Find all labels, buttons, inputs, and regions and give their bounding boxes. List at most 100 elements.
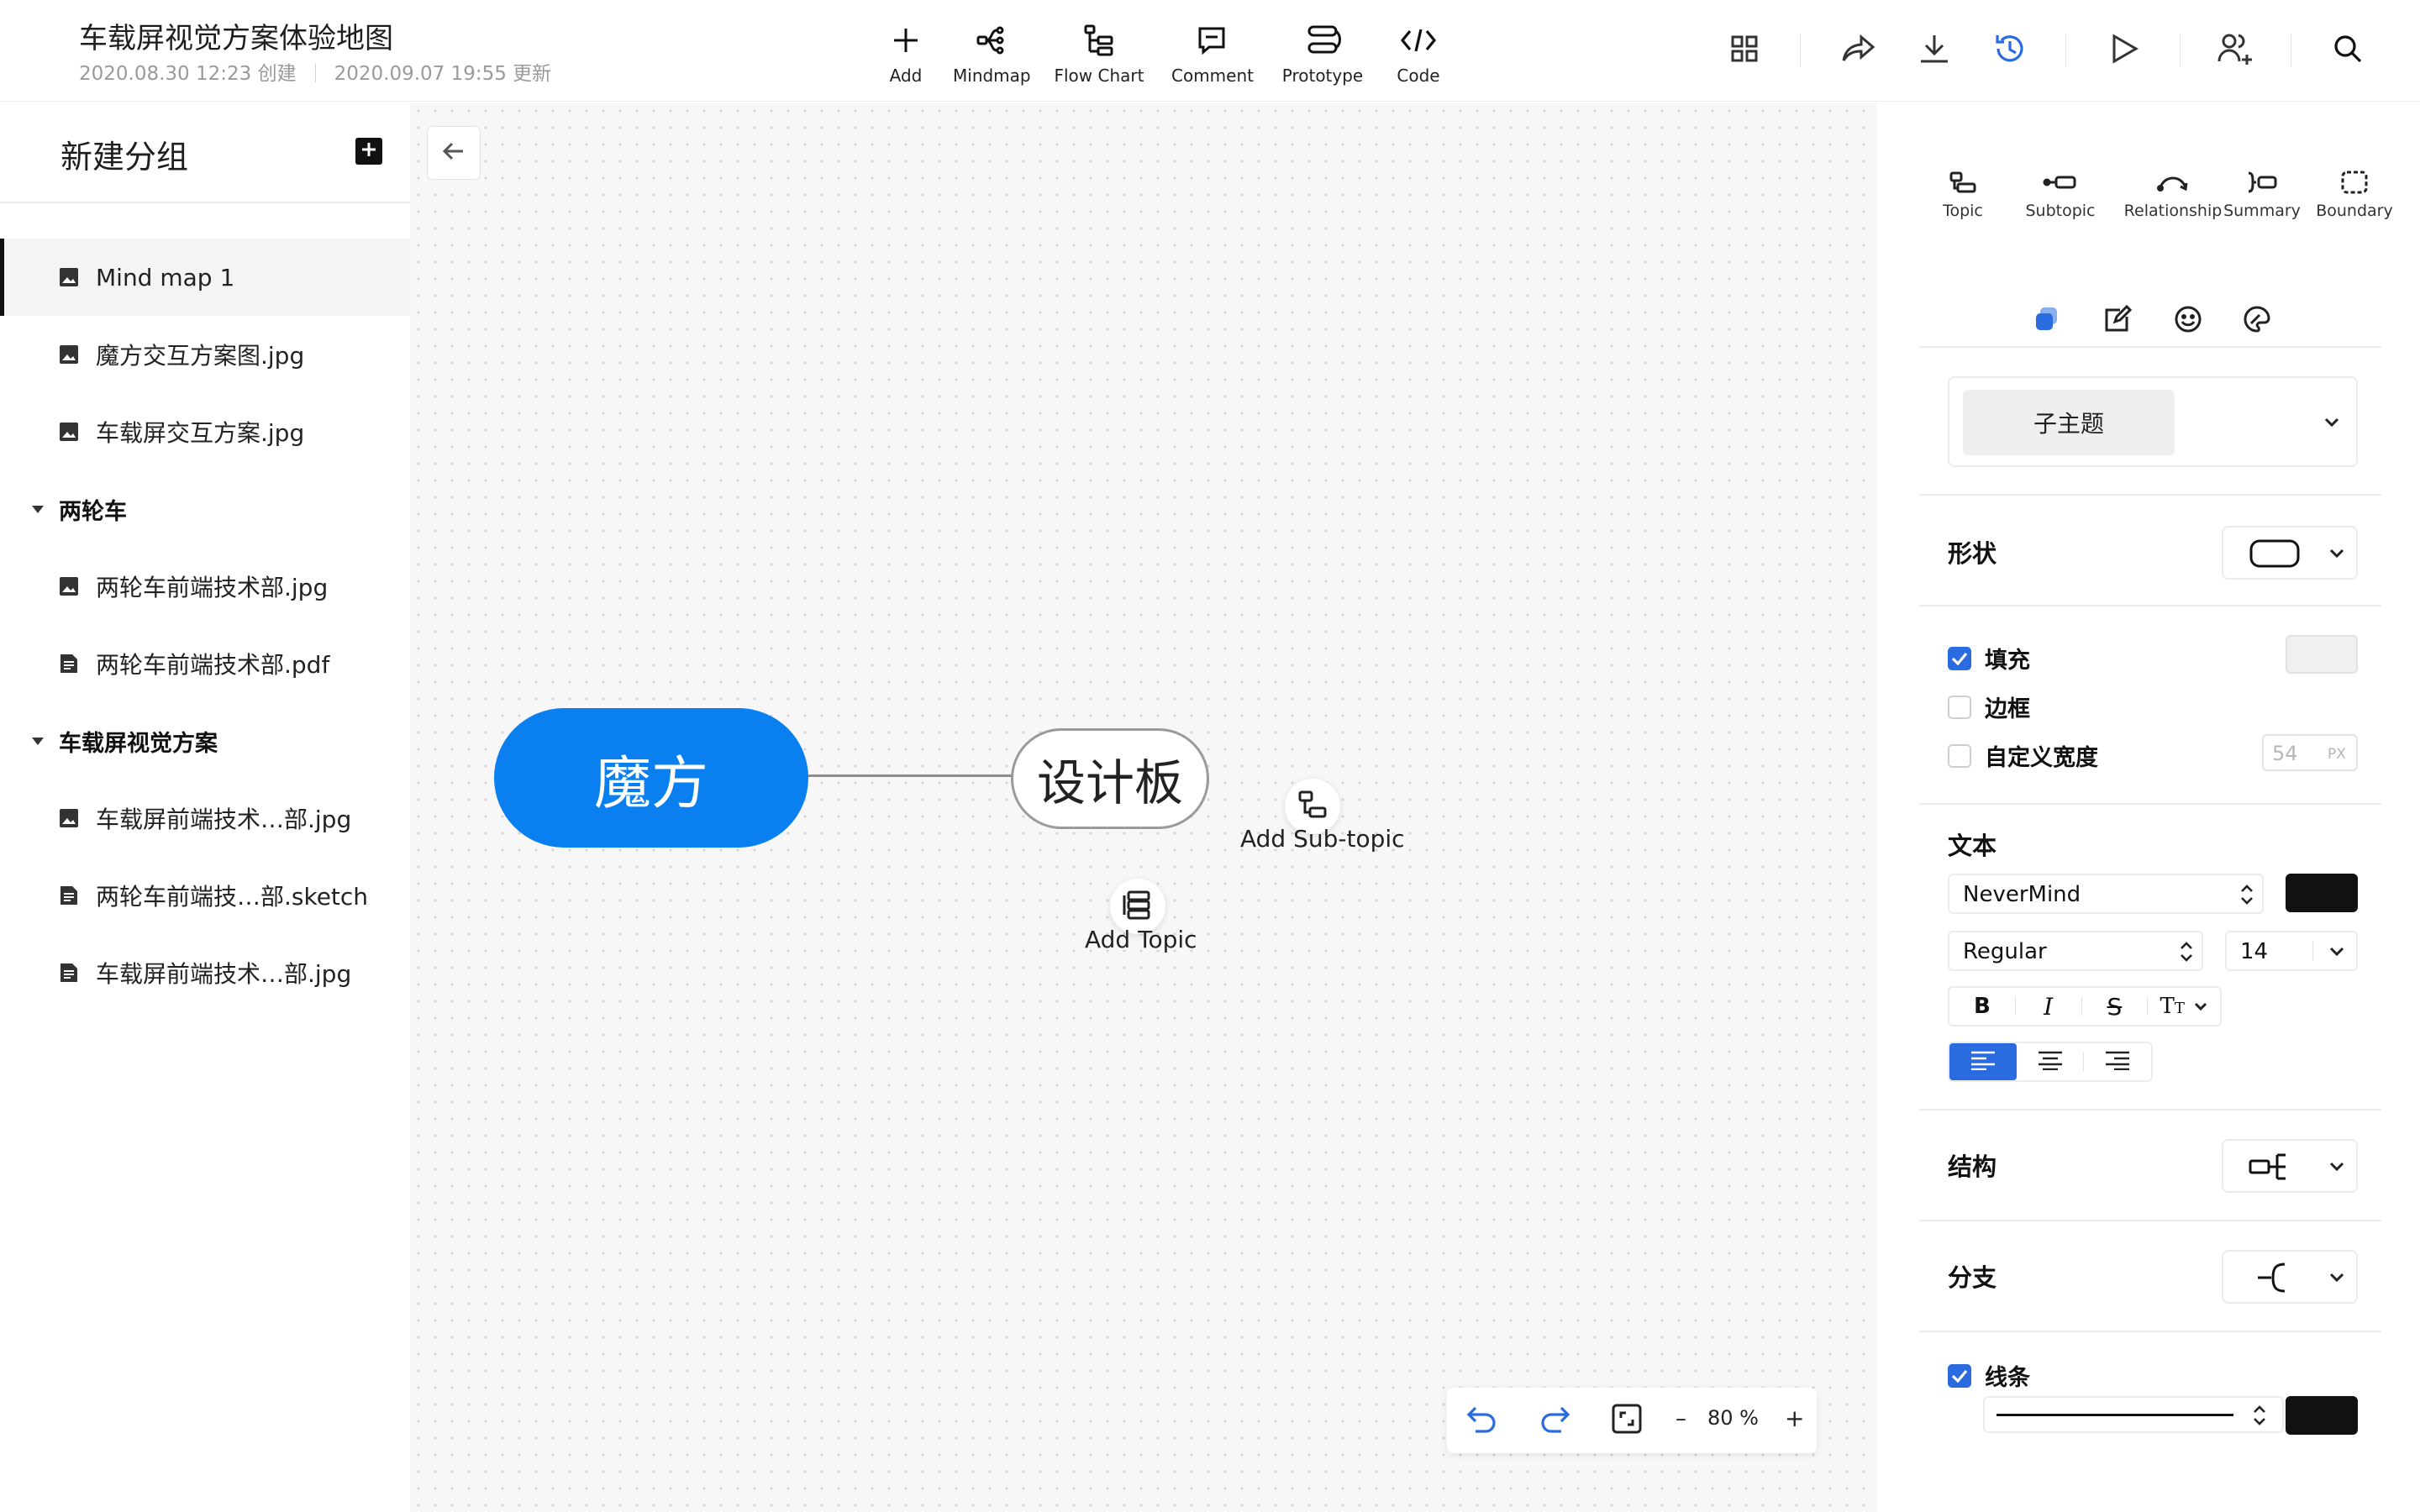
document-title[interactable]: 车载屏视觉方案体验地图 xyxy=(79,15,393,56)
align-center-button[interactable] xyxy=(2017,1043,2084,1080)
toolbar-mindmap-label: Mindmap xyxy=(953,66,1031,86)
search-icon xyxy=(2332,33,2364,68)
zoom-level: 80 % xyxy=(1707,1406,1759,1430)
folder-item[interactable]: 车载屏视觉方案 xyxy=(0,702,410,780)
font-weight-select[interactable]: Regular xyxy=(1948,931,2203,971)
zoom-out-button[interactable]: – xyxy=(1676,1406,1686,1431)
file-item[interactable]: 车载屏前端技术…部.jpg xyxy=(0,780,410,857)
caret-down-icon[interactable] xyxy=(32,737,44,745)
panel-divider xyxy=(1919,1109,2381,1110)
topic-icon xyxy=(1928,165,1998,200)
folder-label: 车载屏视觉方案 xyxy=(59,730,218,757)
search-button[interactable] xyxy=(2328,30,2368,71)
file-item-label: Mind map 1 xyxy=(96,263,235,291)
file-item[interactable]: 车载屏前端技术…部.jpg xyxy=(0,934,410,1011)
share-button[interactable] xyxy=(1839,30,1879,71)
rounded-rect-icon xyxy=(2245,538,2304,570)
file-list: Mind map 1 魔方交互方案图.jpg 车载屏交互方案.jpg 两轮车 两… xyxy=(0,239,410,1011)
arrow-left-icon xyxy=(441,139,466,167)
document-icon xyxy=(59,654,79,674)
italic-button[interactable]: I xyxy=(2016,988,2081,1025)
file-item-label: 两轮车前端技术部.pdf xyxy=(96,651,330,679)
text-color-swatch[interactable] xyxy=(2286,874,2358,912)
file-item-mind-map-1[interactable]: Mind map 1 xyxy=(0,239,410,316)
file-item[interactable]: 两轮车前端技术部.pdf xyxy=(0,625,410,702)
grid-view-button[interactable] xyxy=(1724,30,1765,71)
emoji-tab[interactable] xyxy=(2171,304,2205,338)
toolbar-prototype-button[interactable]: Prototype xyxy=(1281,20,1365,86)
file-item[interactable]: 车载屏交互方案.jpg xyxy=(0,393,410,470)
zoom-in-button[interactable]: + xyxy=(1785,1404,1804,1432)
toolbar-add-button[interactable]: Add xyxy=(886,20,926,86)
custom-width-checkbox[interactable] xyxy=(1948,743,1971,768)
chevron-down-icon xyxy=(2328,544,2346,563)
file-item[interactable]: 两轮车前端技术部.jpg xyxy=(0,548,410,625)
branch-dropdown[interactable] xyxy=(2222,1250,2358,1304)
fill-checkbox-row[interactable]: 填充 xyxy=(1948,642,2030,675)
style-tab[interactable] xyxy=(2030,304,2064,338)
line-color-swatch[interactable] xyxy=(2286,1396,2358,1435)
sub-topic[interactable]: 设计板 xyxy=(1011,728,1209,829)
insert-boundary-label: Boundary xyxy=(2316,202,2393,220)
undo-button[interactable] xyxy=(1462,1400,1502,1441)
align-right-button[interactable] xyxy=(2084,1043,2151,1080)
shape-dropdown[interactable] xyxy=(2222,526,2358,580)
history-button[interactable] xyxy=(1990,30,2030,71)
select-separator xyxy=(2312,941,2313,961)
custom-width-input[interactable]: 54 PX xyxy=(2262,734,2358,771)
toolbar-code-button[interactable]: Code xyxy=(1393,20,1444,86)
edit-tab[interactable] xyxy=(2101,304,2134,338)
style-selector[interactable]: 子主题 xyxy=(1948,376,2358,467)
meta-separator xyxy=(314,64,316,82)
mindmap-canvas[interactable]: 魔方 设计板 Add Sub-topic Add Topic – 80 % + xyxy=(410,102,1877,1512)
topic-icon xyxy=(1122,890,1154,923)
file-item-label: 两轮车前端技…部.sketch xyxy=(96,883,369,911)
history-icon xyxy=(1992,31,2028,70)
panel-divider xyxy=(1919,1220,2381,1221)
image-icon xyxy=(59,576,79,596)
fill-color-swatch[interactable] xyxy=(2286,635,2358,674)
border-checkbox-row[interactable]: 边框 xyxy=(1948,690,2030,723)
toolbar-mindmap-button[interactable]: Mindmap xyxy=(953,20,1031,86)
bold-button[interactable]: B xyxy=(1949,988,2015,1025)
font-family-select[interactable]: NeverMind xyxy=(1948,874,2264,914)
panel-divider xyxy=(1919,605,2381,606)
toolbar-comment-button[interactable]: Comment xyxy=(1171,20,1254,86)
fit-screen-button[interactable] xyxy=(1607,1400,1647,1441)
central-topic[interactable]: 魔方 xyxy=(494,708,808,848)
code-icon xyxy=(1393,20,1444,60)
align-left-button[interactable] xyxy=(1949,1043,2017,1080)
toolbar-flowchart-button[interactable]: Flow Chart xyxy=(1054,20,1144,86)
line-checkbox-row[interactable]: 线条 xyxy=(1948,1359,2030,1392)
collaborators-button[interactable] xyxy=(2215,30,2255,71)
insert-topic-button[interactable]: Topic xyxy=(1928,165,1998,220)
text-label: 文本 xyxy=(1948,832,1997,860)
line-style-select[interactable] xyxy=(1983,1396,2284,1433)
collapse-sidebar-button[interactable] xyxy=(427,126,481,180)
insert-subtopic-button[interactable]: Subtopic xyxy=(2010,165,2111,220)
text-case-button[interactable]: TT xyxy=(2148,988,2220,1025)
header-separator xyxy=(2180,34,2181,67)
download-button[interactable] xyxy=(1914,30,1954,71)
redo-button[interactable] xyxy=(1534,1400,1575,1441)
theme-tab[interactable] xyxy=(2240,304,2274,338)
file-item[interactable]: 两轮车前端技…部.sketch xyxy=(0,857,410,934)
play-button[interactable] xyxy=(2104,30,2144,71)
font-size-select[interactable]: 14 xyxy=(2225,931,2358,971)
file-item[interactable]: 魔方交互方案图.jpg xyxy=(0,316,410,393)
strikethrough-button[interactable]: S xyxy=(2082,988,2148,1025)
line-checkbox[interactable] xyxy=(1948,1363,1971,1388)
folder-item[interactable]: 两轮车 xyxy=(0,470,410,548)
fill-checkbox[interactable] xyxy=(1948,646,1971,670)
add-subtopic-label[interactable]: Add Sub-topic xyxy=(1240,825,1405,853)
text-align-group xyxy=(1948,1042,2153,1082)
insert-boundary-button[interactable]: Boundary xyxy=(2297,165,2412,220)
custom-width-checkbox-row[interactable]: 自定义宽度 xyxy=(1948,739,2098,772)
add-topic-label[interactable]: Add Topic xyxy=(1085,926,1197,953)
caret-down-icon[interactable] xyxy=(32,505,44,513)
toolbar-add-label: Add xyxy=(889,66,923,86)
structure-dropdown[interactable] xyxy=(2222,1139,2358,1193)
border-checkbox[interactable] xyxy=(1948,695,1971,719)
add-group-button[interactable] xyxy=(355,138,382,165)
toolbar-comment-label: Comment xyxy=(1171,66,1254,86)
